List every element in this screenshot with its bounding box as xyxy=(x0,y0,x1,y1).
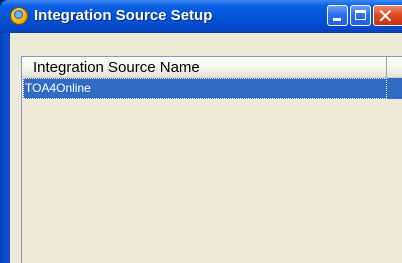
column-header-integration-source-name[interactable]: Integration Source Name xyxy=(22,57,387,79)
maximize-icon xyxy=(355,10,366,20)
window: Integration Source Setup ✕ Integration S… xyxy=(0,0,402,263)
client-area: Integration Source Name TOA4Online xyxy=(10,33,402,263)
integration-source-list[interactable]: Integration Source Name TOA4Online xyxy=(21,56,402,263)
column-header-filler xyxy=(387,57,402,79)
window-frame-left xyxy=(0,33,10,263)
maximize-button[interactable] xyxy=(350,5,371,26)
close-icon: ✕ xyxy=(377,4,394,28)
title-bar[interactable]: Integration Source Setup ✕ xyxy=(0,0,402,33)
minimize-icon xyxy=(333,18,341,21)
list-item[interactable]: TOA4Online xyxy=(23,78,402,99)
list-header: Integration Source Name xyxy=(22,57,402,79)
minimize-button[interactable] xyxy=(327,5,348,26)
window-title: Integration Source Setup xyxy=(34,7,213,24)
close-button[interactable]: ✕ xyxy=(373,4,402,28)
integration-gear-icon[interactable] xyxy=(10,7,28,25)
list-item-name: TOA4Online xyxy=(25,81,91,95)
